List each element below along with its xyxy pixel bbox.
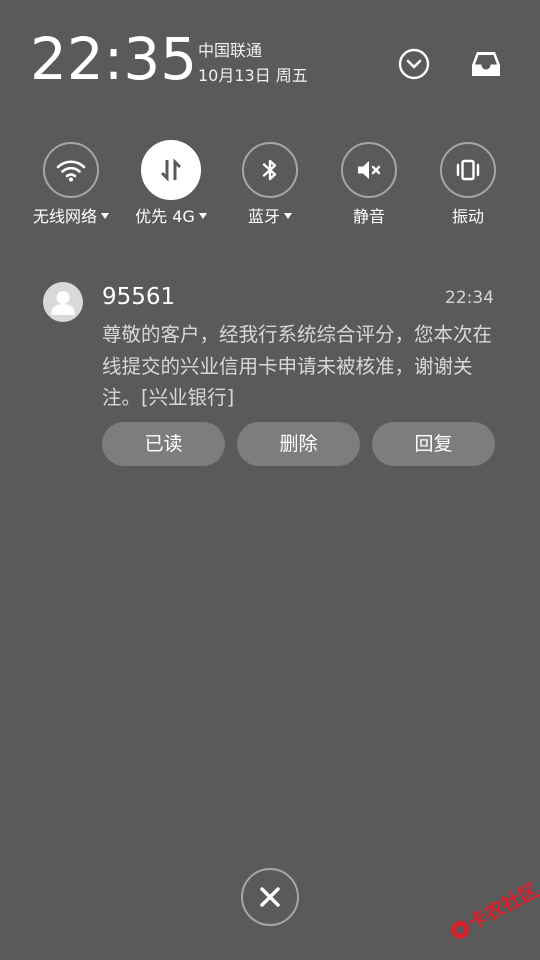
date: 10月13日 周五	[198, 66, 308, 85]
toggle-bluetooth-label: 蓝牙	[247, 207, 280, 226]
toggle-vibrate-circle[interactable]	[440, 142, 496, 198]
toggle-mobile-data-circle[interactable]	[141, 140, 201, 200]
notification-sender: 95561	[102, 284, 176, 310]
toggle-mobile-data[interactable]: 优先 4G	[121, 140, 221, 240]
expand-toggles-button[interactable]	[397, 47, 431, 81]
bluetooth-icon	[262, 159, 277, 181]
notification-inbox-button[interactable]	[469, 47, 503, 81]
toggle-mute-label: 静音	[352, 207, 385, 226]
chevron-down-circle-icon	[398, 48, 430, 80]
caret-down-icon	[101, 213, 109, 219]
toggle-mobile-data-label: 优先 4G	[135, 207, 195, 226]
sender-avatar	[43, 282, 83, 322]
mark-read-button[interactable]: 已读	[102, 422, 225, 466]
vibrate-icon	[456, 159, 480, 181]
notification-time: 22:34	[445, 288, 494, 308]
close-shade-button[interactable]	[241, 868, 299, 926]
toggle-mute-circle[interactable]	[341, 142, 397, 198]
toggle-vibrate-label: 振动	[451, 207, 484, 226]
inbox-tray-icon	[472, 52, 500, 76]
toggle-wifi-label: 无线网络	[32, 207, 97, 226]
toggle-mute[interactable]: 静音	[319, 140, 419, 240]
quick-toggles: 无线网络 优先 4G 蓝牙 静音 振动	[0, 140, 540, 240]
watermark-logo: 卡农社区	[436, 870, 540, 940]
toggle-vibrate[interactable]: 振动	[418, 140, 518, 240]
person-avatar-icon	[51, 291, 75, 315]
caret-down-icon	[284, 213, 292, 219]
notification-shade: 22:35 中国联通 10月13日 周五 无线网络 优先 4G 蓝牙 静音 振动…	[0, 0, 540, 960]
notification-body: 尊敬的客户，经我行系统综合评分，您本次在线提交的兴业信用卡申请未被核准，谢谢关注…	[102, 323, 493, 409]
clock: 22:35	[30, 25, 198, 93]
reply-button[interactable]: 回复	[372, 422, 495, 466]
toggle-wifi[interactable]: 无线网络	[21, 140, 121, 240]
toggle-bluetooth-circle[interactable]	[242, 142, 298, 198]
close-icon	[260, 887, 280, 907]
toggle-bluetooth[interactable]: 蓝牙	[220, 140, 320, 240]
carrier-name: 中国联通	[198, 41, 263, 60]
caret-down-icon	[198, 213, 207, 219]
delete-button[interactable]: 删除	[237, 422, 360, 466]
wifi-icon	[56, 160, 86, 182]
svg-text:卡农社区: 卡农社区	[465, 878, 540, 934]
mute-icon	[358, 161, 381, 179]
mobile-data-icon	[160, 158, 182, 182]
notification-actions: 已读 删除 回复	[102, 422, 495, 466]
toggle-wifi-circle[interactable]	[43, 142, 99, 198]
